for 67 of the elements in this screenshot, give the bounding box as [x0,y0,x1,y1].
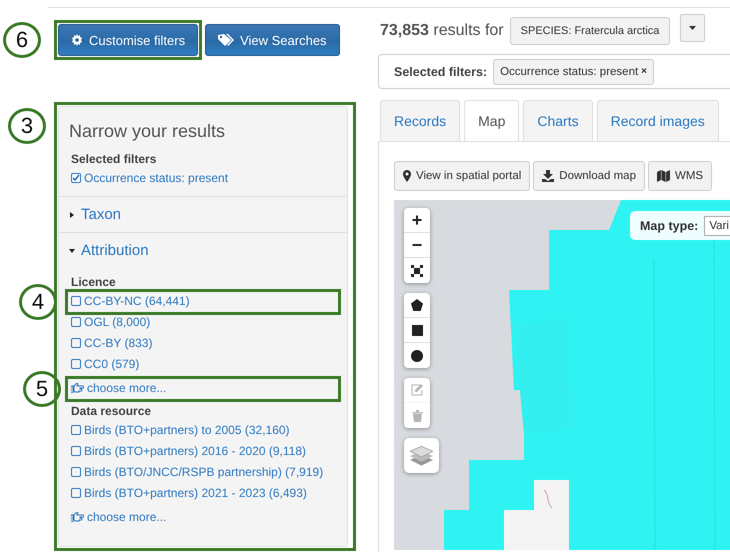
gear-icon [71,34,83,46]
tab[interactable]: Record images [596,100,719,141]
tab[interactable]: Map [464,100,520,141]
callout-number: 6 [3,22,41,58]
pointing-hand-icon [71,383,84,393]
pentagon-icon [411,299,423,311]
facet-group-heading: Licence [70,274,117,291]
map-type-label: Map type: [640,218,698,232]
checkbox[interactable] [71,359,81,369]
checkbox[interactable] [71,446,81,456]
panel-title: Narrow your results [68,121,226,143]
choose-more-link[interactable]: choose more... [69,509,168,525]
map-action-button[interactable]: Download map [533,161,645,191]
choose-more-link[interactable]: choose more... [69,380,168,396]
map-type-select[interactable]: Vari [704,216,730,236]
view-searches-button[interactable]: View Searches [205,24,340,56]
checkbox[interactable] [71,467,81,477]
circle-icon [411,350,423,362]
layers-button[interactable] [404,438,439,473]
dropdown-button[interactable] [680,14,706,42]
facet-section-toggle[interactable]: Taxon [69,206,337,223]
map-icon [656,170,670,182]
checked-checkbox[interactable] [71,173,81,183]
caret-icon [69,248,75,254]
checkbox[interactable] [71,317,81,327]
customise-filters-button[interactable]: Customise filters [58,24,198,56]
map-action-button[interactable]: View in spatial portal [394,161,530,191]
callout-number: 3 [8,108,46,144]
checkbox[interactable] [71,338,81,348]
facet-option-link[interactable]: CC0 (579) [69,356,142,372]
download-icon [542,170,554,182]
tag-icon [218,34,234,46]
checkbox[interactable] [71,488,81,498]
tab[interactable]: Charts [523,100,593,141]
trash-icon [412,410,422,422]
callout-number: 5 [23,371,61,407]
filter-chip[interactable]: Occurrence status: present × [493,58,654,84]
facet-option-link[interactable]: CC-BY (833) [69,335,154,351]
facet-option-link[interactable]: Birds (BTO+partners) 2021 - 2023 (6,493) [69,485,309,501]
edit-icon [411,384,423,396]
facet-option-link[interactable]: Birds (BTO+partners) 2016 - 2020 (9,118) [69,443,308,459]
selected-filters-heading: Selected filters [70,151,158,168]
pin-icon [403,170,411,182]
pointing-hand-icon [71,512,84,522]
zoom-in-button[interactable]: + [404,208,430,233]
checkbox[interactable] [71,425,81,435]
fullscreen-icon [411,264,423,276]
layers-icon [410,444,433,466]
selected-filter-link[interactable]: Occurrence status: present [59,168,321,188]
tab[interactable]: Records [380,100,460,141]
facet-section-toggle[interactable]: Attribution [69,242,337,259]
results-count: 73,853 results for [380,22,504,40]
remove-chip-button[interactable]: × [641,66,647,77]
callout-number: 4 [19,284,57,320]
caret-icon [69,212,75,218]
selected-filters-label: Selected filters: [394,64,488,78]
query-button[interactable]: SPECIES: Fratercula arctica [510,17,670,45]
zoom-out-button[interactable]: − [404,233,430,258]
facet-option-link[interactable]: Birds (BTO+partners) to 2005 (32,160) [69,422,292,438]
map-action-button[interactable]: WMS [648,161,712,191]
facet-group-heading: Data resource [70,403,152,420]
facet-option-link[interactable]: OGL (8,000) [69,314,152,330]
caret-icon [689,26,696,30]
square-icon [412,324,422,336]
facet-option-link[interactable]: CC-BY-NC (64,441) [69,293,192,309]
checkbox[interactable] [71,296,81,306]
facet-option-link[interactable]: Birds (BTO/JNCC/RSPB partnership) (7,919) [69,464,326,480]
